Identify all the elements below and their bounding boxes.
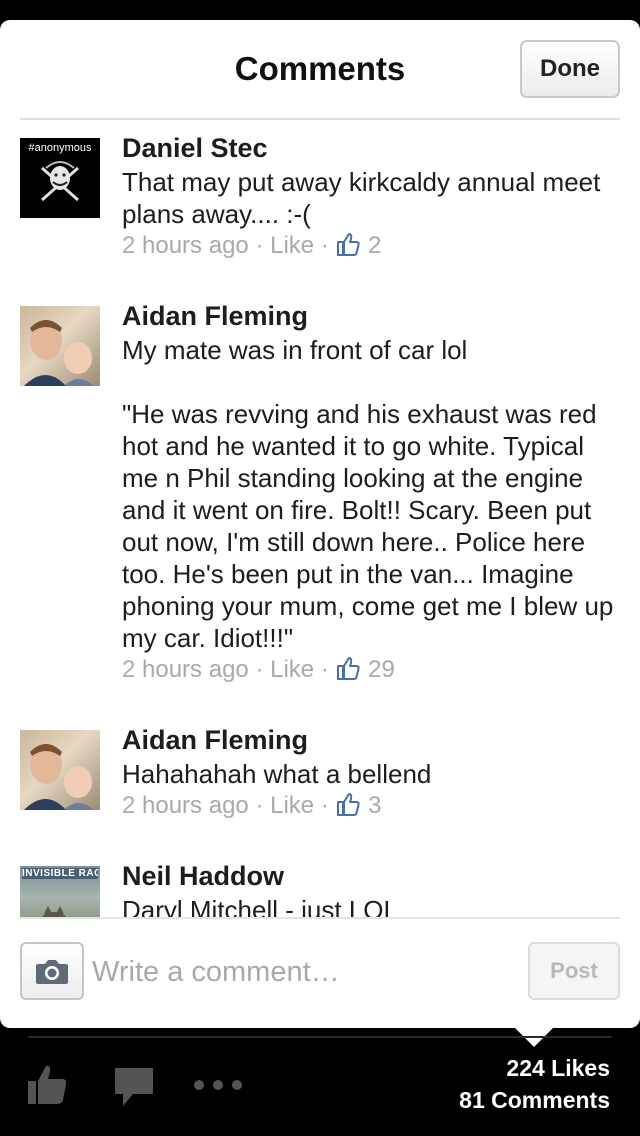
avatar[interactable]: #anonymous bbox=[20, 138, 100, 218]
comment-text: Daryl Mitchell - just LOL bbox=[122, 895, 398, 918]
profile-photo-icon bbox=[24, 744, 94, 810]
thumbs-up-icon bbox=[337, 657, 361, 680]
camera-button[interactable] bbox=[20, 942, 84, 1000]
like-link[interactable]: Like bbox=[270, 232, 314, 259]
meta-separator: · bbox=[255, 656, 264, 683]
meta-separator: · bbox=[255, 792, 264, 819]
bar-divider bbox=[28, 1036, 612, 1038]
avatar[interactable]: INVISIBLE RACE CAR bbox=[20, 866, 100, 918]
comment-text: Hahahahah what a bellend bbox=[122, 759, 432, 789]
comment-meta: 2 hours ago · Like · 3 bbox=[122, 791, 382, 821]
meta-separator: · bbox=[320, 232, 329, 259]
camera-icon bbox=[36, 960, 68, 984]
comment-time: 2 hours ago bbox=[122, 656, 249, 683]
post-button[interactable]: Post bbox=[528, 942, 620, 1000]
comment-time: 2 hours ago bbox=[122, 792, 249, 819]
like-count: 29 bbox=[368, 656, 395, 683]
like-count: 2 bbox=[368, 232, 382, 259]
comment-text: That may put away kirkcaldy annual meet … bbox=[122, 167, 601, 229]
done-button[interactable]: Done bbox=[520, 40, 620, 98]
list-divider bbox=[20, 917, 620, 919]
comments-sheet: Comments Done #anonymous Daniel Stec Tha… bbox=[0, 20, 640, 1028]
comment-author[interactable]: Aidan Fleming bbox=[122, 724, 308, 756]
cat-photo-icon bbox=[41, 906, 67, 918]
comment-icon[interactable] bbox=[113, 1066, 155, 1108]
thumbs-up-icon bbox=[337, 793, 361, 816]
meta-separator: · bbox=[320, 792, 329, 819]
header: Comments Done bbox=[0, 20, 640, 120]
comment-text: My mate was in front of car lol "He was … bbox=[122, 335, 614, 653]
like-link[interactable]: Like bbox=[270, 656, 314, 683]
comment-author[interactable]: Daniel Stec bbox=[122, 132, 268, 164]
avatar[interactable] bbox=[20, 730, 100, 810]
comment-author[interactable]: Neil Haddow bbox=[122, 860, 284, 892]
comment-meta: 2 hours ago · Like · 2 bbox=[122, 231, 382, 261]
comment-meta: 2 hours ago · Like · 29 bbox=[122, 655, 395, 685]
engagement-counts[interactable]: 224 Likes 81 Comments bbox=[459, 1052, 610, 1116]
meta-separator: · bbox=[320, 656, 329, 683]
meta-separator: · bbox=[255, 232, 264, 259]
like-count: 3 bbox=[368, 792, 382, 819]
like-icon[interactable] bbox=[26, 1062, 70, 1106]
thumbs-up-icon bbox=[337, 233, 361, 256]
comment-list[interactable]: #anonymous Daniel Stec That may put away… bbox=[0, 120, 640, 918]
avatar[interactable] bbox=[20, 306, 100, 386]
profile-photo-icon bbox=[24, 320, 94, 386]
comments-count[interactable]: 81 Comments bbox=[459, 1084, 610, 1116]
likes-count[interactable]: 224 Likes bbox=[459, 1052, 610, 1084]
comment-author[interactable]: Aidan Fleming bbox=[122, 300, 308, 332]
comment-input[interactable] bbox=[92, 950, 512, 994]
comment-composer: Post bbox=[0, 920, 640, 1028]
comment-time: 2 hours ago bbox=[122, 232, 249, 259]
like-link[interactable]: Like bbox=[270, 792, 314, 819]
more-icon[interactable] bbox=[192, 1078, 244, 1092]
mask-icon bbox=[41, 161, 79, 202]
